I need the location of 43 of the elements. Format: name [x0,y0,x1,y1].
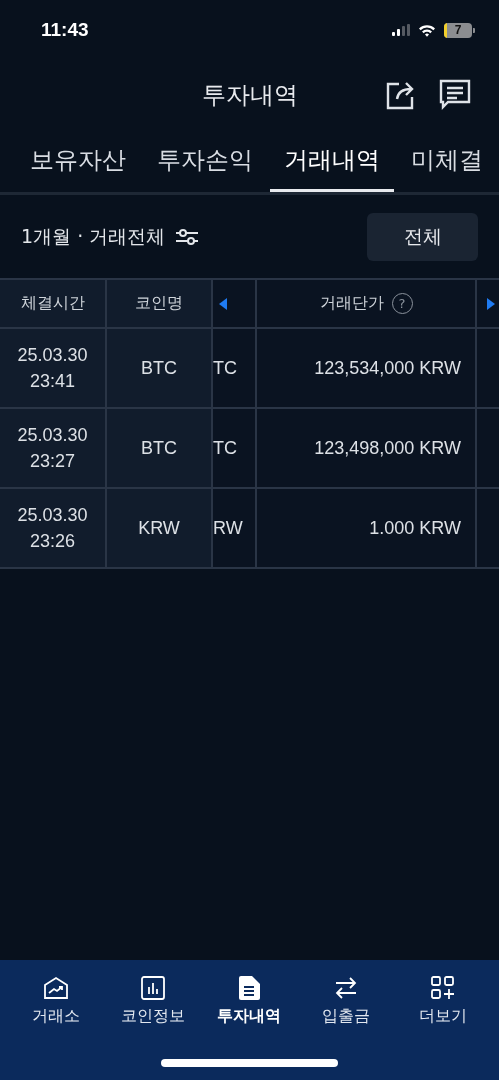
coin-name: BTC [141,437,177,459]
column-header: 코인명 [135,293,183,314]
nav-item[interactable]: 코인정보 [106,976,199,1027]
house-chart-icon [43,976,70,1000]
grid-plus-icon [430,976,455,1000]
trade-time: 23:41 [29,370,75,393]
tab[interactable]: 거래내역 [270,130,394,192]
filter-icon [175,228,200,245]
document-icon [238,976,261,1000]
trade-price: 123,498,000 KRW [314,437,461,459]
column-header: 체결시간 [20,293,85,314]
nav-item[interactable]: 더보기 [396,976,489,1027]
trade-date: 25.03.30 [17,503,88,527]
page-title: 투자내역 [201,80,298,111]
tab[interactable]: 보유자산 [16,130,140,192]
trade-time: 23:26 [29,530,75,553]
trade-date: 25.03.30 [17,423,88,447]
scroll-right-icon[interactable] [487,297,495,310]
nav-item[interactable]: 투자내역 [203,976,296,1027]
table-cell: TC [213,437,237,459]
column-header: 거래단가 [319,293,384,314]
signal-icon [392,24,410,36]
trade-time: 23:27 [29,450,75,473]
coin-name: BTC [141,357,177,379]
nav-item[interactable]: 입출금 [300,976,393,1027]
table-cell: TC [213,357,237,379]
status-time: 11:43 [41,19,89,41]
table-cell: RW [213,517,243,539]
bar-chart-icon [140,976,165,1000]
period-filter[interactable]: 1개월 · 거래전체 [21,223,200,250]
coin-name: KRW [138,517,180,539]
transfer-icon [334,976,359,1000]
trade-price: 123,534,000 KRW [314,357,461,379]
trade-date: 25.03.30 [17,343,88,367]
tab[interactable]: 투자손익 [143,130,267,192]
scroll-left-icon[interactable] [219,297,227,310]
all-button[interactable]: 전체 [367,212,478,261]
wifi-icon [418,23,436,37]
tab[interactable]: 미체결 [397,130,497,192]
battery-icon: 7 [444,22,475,38]
nav-item[interactable]: 거래소 [10,976,103,1027]
message-icon[interactable] [439,78,471,110]
trade-price: 1.000 KRW [369,517,461,539]
